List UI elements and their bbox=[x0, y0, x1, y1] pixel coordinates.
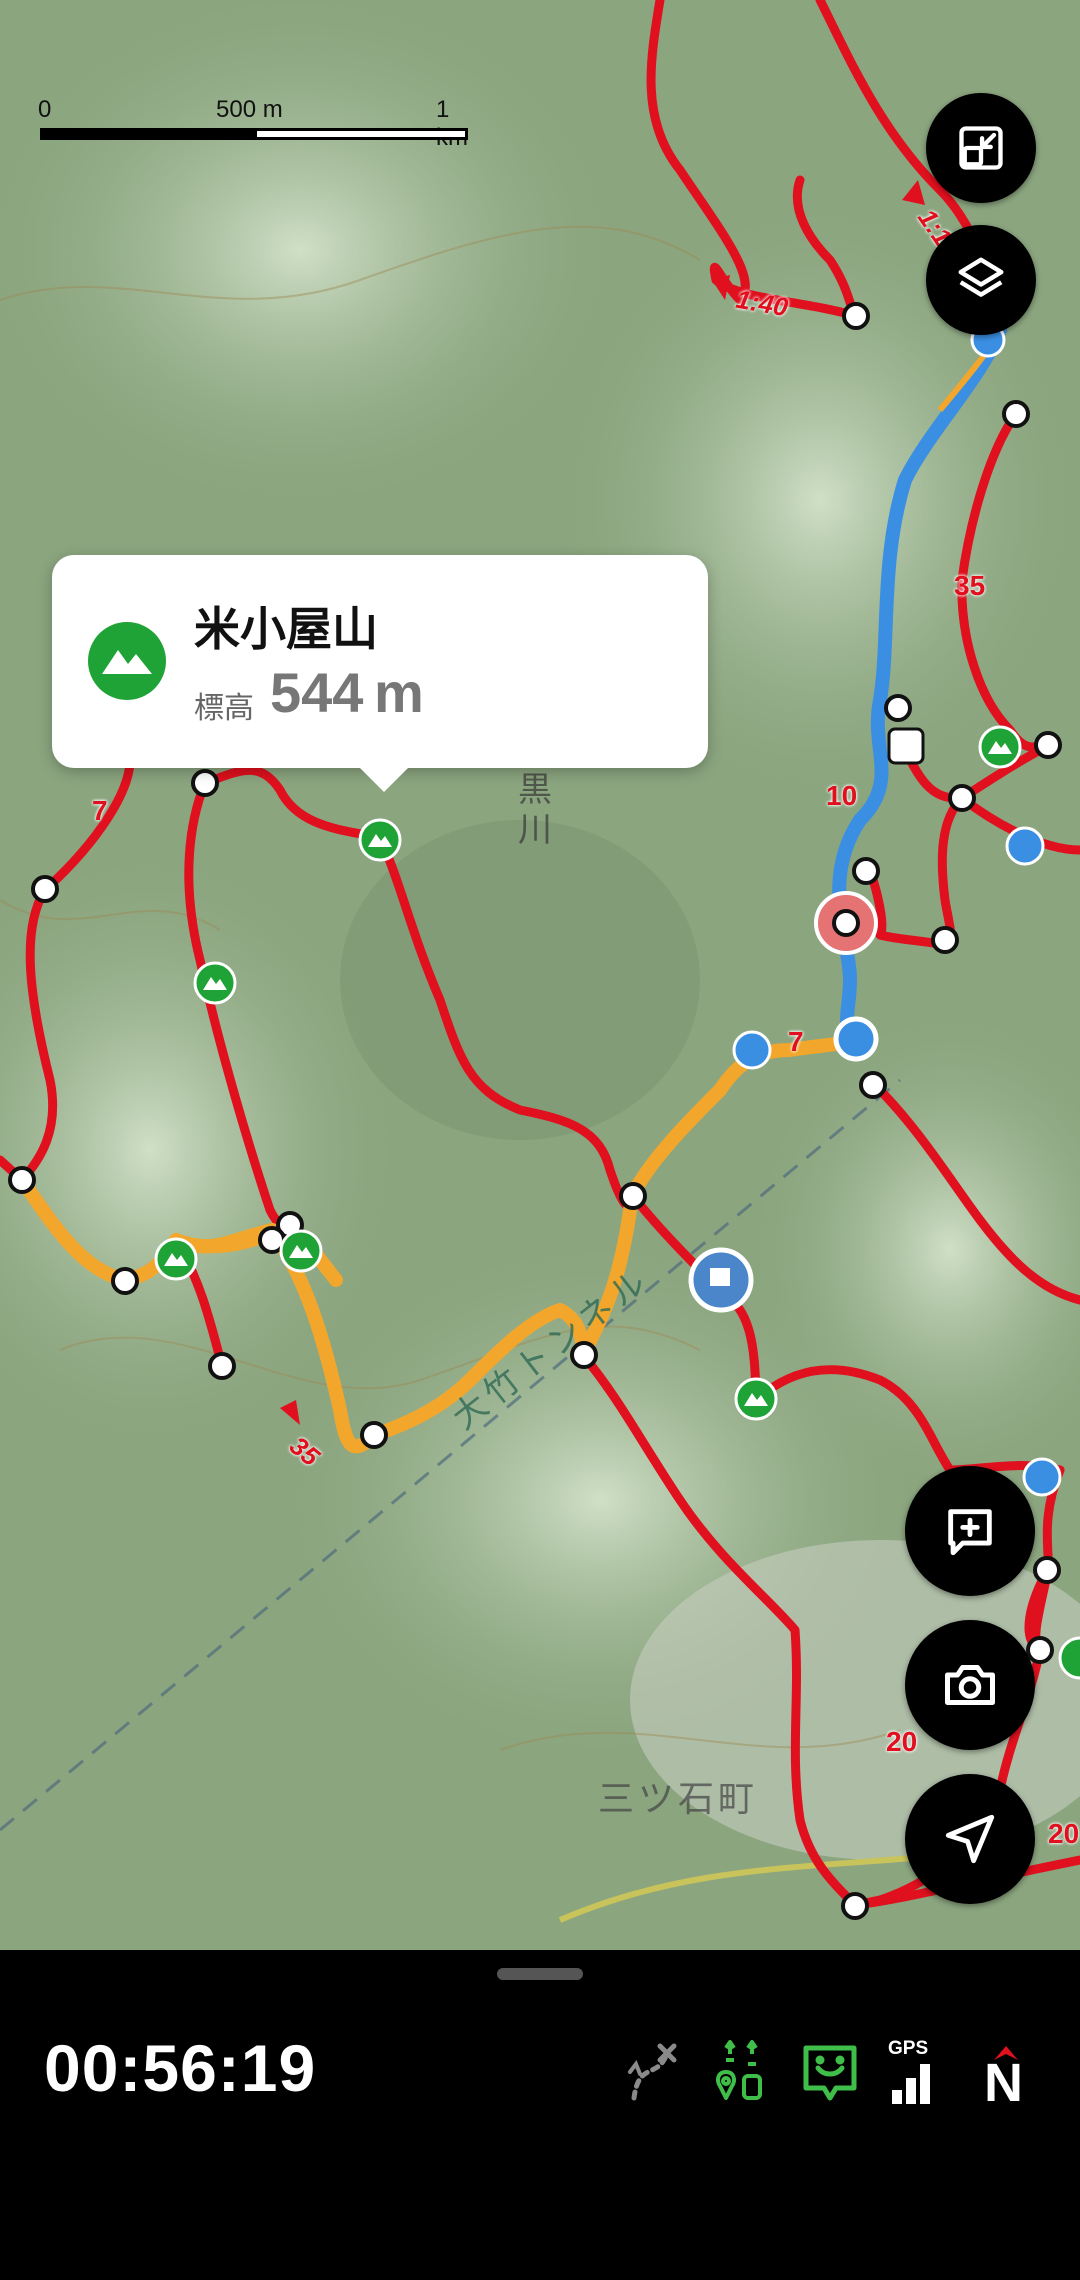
waypoints-icon[interactable] bbox=[710, 2038, 770, 2108]
mountain-icon bbox=[88, 622, 166, 700]
locate-button[interactable] bbox=[905, 1774, 1035, 1904]
sheet-drag-handle[interactable] bbox=[497, 1968, 583, 1980]
elevation-unit: m bbox=[374, 661, 424, 724]
scale-end-label: 1 km bbox=[436, 96, 468, 151]
town-label: 三ツ石町 bbox=[598, 1778, 759, 1819]
compass-icon[interactable]: N bbox=[980, 2038, 1040, 2113]
layers-button[interactable] bbox=[926, 225, 1036, 335]
compass-north-label: N bbox=[984, 2053, 1023, 2113]
navigation-arrow-icon bbox=[945, 1814, 995, 1864]
layers-icon bbox=[958, 257, 1004, 297]
route-number-label: 10 bbox=[826, 780, 858, 811]
route-number-label: 20 bbox=[886, 1726, 918, 1757]
scale-bar-graphic bbox=[40, 128, 468, 140]
place-name: 米小屋山 bbox=[194, 603, 378, 655]
route-number-label: 7 bbox=[788, 1026, 804, 1057]
camera-icon bbox=[945, 1665, 995, 1705]
route-off-icon[interactable] bbox=[622, 2038, 682, 2108]
exit-fullscreen-button[interactable] bbox=[926, 93, 1036, 203]
scale-zero-label: 0 bbox=[38, 96, 52, 123]
add-note-icon bbox=[948, 1509, 992, 1556]
elevation-label: 標高 bbox=[194, 692, 254, 725]
elapsed-time: 00:56:19 bbox=[44, 2031, 317, 2105]
add-note-button[interactable] bbox=[905, 1466, 1035, 1596]
route-number-label: 20 bbox=[1048, 1818, 1080, 1849]
status-message-icon[interactable] bbox=[800, 2038, 860, 2108]
bottom-sheet[interactable]: 00:56:19 GPS N bbox=[0, 1950, 1080, 2280]
place-popup[interactable]: 米小屋山 標高 544 m bbox=[52, 555, 708, 792]
river-label: 黒川 bbox=[518, 771, 552, 849]
scale-mid-label: 500 m bbox=[216, 96, 283, 123]
route-number-label: 7 bbox=[92, 795, 108, 826]
scale-bar: 0 500 m 1 km bbox=[38, 96, 470, 151]
elevation-value: 544 bbox=[270, 661, 364, 724]
exit-fullscreen-icon bbox=[959, 126, 1003, 170]
route-number-label: 35 bbox=[954, 570, 986, 601]
gps-signal-icon[interactable]: GPS bbox=[888, 2038, 948, 2108]
camera-button[interactable] bbox=[905, 1620, 1035, 1750]
